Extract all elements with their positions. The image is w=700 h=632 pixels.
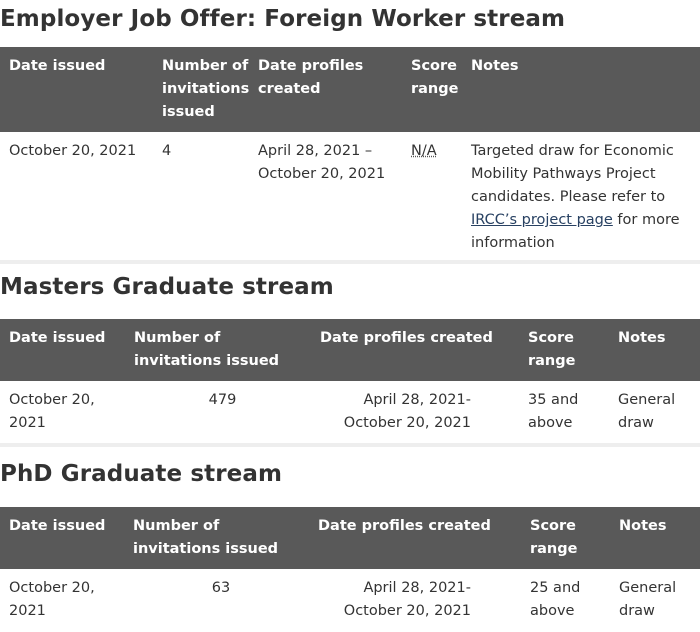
profiles-created-text: April 28, 2021- October 20, 2021 <box>343 580 471 619</box>
cell-score-range: 25 and above <box>521 569 610 632</box>
header-date-issued: Date issued <box>0 507 124 569</box>
cell-invitations: 4 <box>153 132 249 264</box>
notes-text-before: Targeted draw for Economic Mobility Path… <box>471 143 674 205</box>
cell-date-issued: October 20, 2021 <box>0 381 125 447</box>
profiles-created-text: April 28, 2021- October 20, 2021 <box>343 392 471 431</box>
header-score-range: Score range <box>519 319 609 381</box>
cell-date-issued: October 20, 2021 <box>0 569 124 632</box>
phd-table: Date issued Number of invitations issued… <box>0 507 700 632</box>
table-row: October 20, 2021 4 April 28, 2021 – Octo… <box>0 132 700 264</box>
cell-notes: General draw <box>609 381 700 447</box>
header-invitations: Number of invitations issued <box>153 47 249 132</box>
table-header-row: Date issued Number of invitations issued… <box>0 319 700 381</box>
score-range-abbr: N/A <box>411 143 437 159</box>
cell-notes: Targeted draw for Economic Mobility Path… <box>462 132 700 264</box>
header-score-range: Score range <box>402 47 462 132</box>
project-page-link[interactable]: IRCC’s project page <box>471 212 613 228</box>
table-header-row: Date issued Number of invitations issued… <box>0 507 700 569</box>
header-date-issued: Date issued <box>0 47 153 132</box>
employer-section: Employer Job Offer: Foreign Worker strea… <box>0 0 700 264</box>
cell-notes: General draw <box>610 569 700 632</box>
cell-profiles-created: April 28, 2021- October 20, 2021 <box>309 569 521 632</box>
cell-invitations: 63 <box>124 569 309 632</box>
header-invitations: Number of invitations issued <box>125 319 311 381</box>
masters-table: Date issued Number of invitations issued… <box>0 319 700 447</box>
cell-profiles-created: April 28, 2021- October 20, 2021 <box>311 381 519 447</box>
header-notes: Notes <box>609 319 700 381</box>
header-date-issued: Date issued <box>0 319 125 381</box>
employer-title: Employer Job Offer: Foreign Worker strea… <box>0 6 566 32</box>
cell-score-range: N/A <box>402 132 462 264</box>
employer-table: Date issued Number of invitations issued… <box>0 47 700 264</box>
header-profiles-created: Date profiles created <box>311 319 519 381</box>
table-row: October 20, 2021 63 April 28, 2021- Octo… <box>0 569 700 632</box>
cell-date-issued: October 20, 2021 <box>0 132 153 264</box>
cell-profiles-created: April 28, 2021 – October 20, 2021 <box>249 132 402 264</box>
table-row: October 20, 2021 479 April 28, 2021- Oct… <box>0 381 700 447</box>
header-profiles-created: Date profiles created <box>309 507 521 569</box>
header-invitations: Number of invitations issued <box>124 507 309 569</box>
header-notes: Notes <box>462 47 700 132</box>
masters-title: Masters Graduate stream <box>0 274 334 300</box>
header-profiles-created: Date profiles created <box>249 47 402 132</box>
table-header-row: Date issued Number of invitations issued… <box>0 47 700 132</box>
masters-section: Masters Graduate stream Date issued Numb… <box>0 268 700 447</box>
header-score-range: Score range <box>521 507 610 569</box>
header-notes: Notes <box>610 507 700 569</box>
cell-invitations: 479 <box>125 381 311 447</box>
phd-title: PhD Graduate stream <box>0 461 283 487</box>
cell-score-range: 35 and above <box>519 381 609 447</box>
phd-section: PhD Graduate stream Date issued Number o… <box>0 455 700 632</box>
